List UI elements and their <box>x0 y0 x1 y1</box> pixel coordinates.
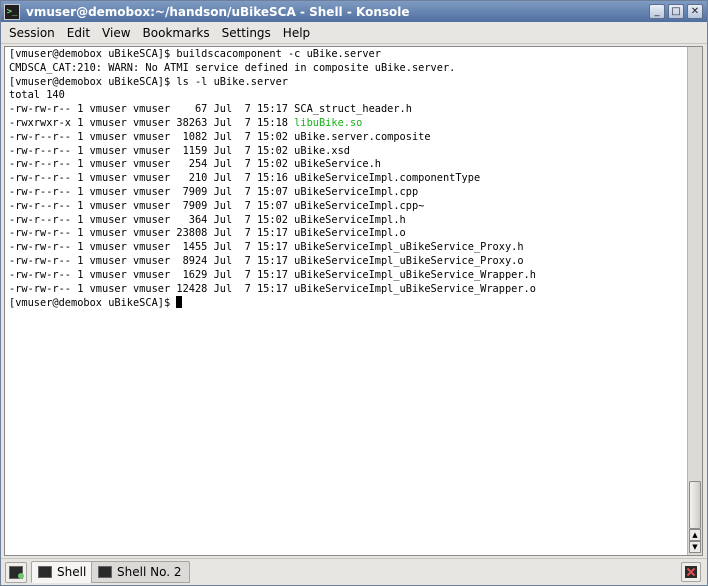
file-name: libuBike.so <box>294 116 363 129</box>
terminal-line-text: [vmuser@demobox uBikeSCA]$ ls -l uBike.s… <box>9 75 288 88</box>
file-name: uBikeServiceImpl.o <box>294 227 406 240</box>
scroll-down-arrow-icon[interactable]: ▼ <box>689 541 701 553</box>
tab-shell[interactable]: Shell <box>31 561 96 583</box>
terminal-line: -rw-r--r-- 1 vmuser vmuser 364 Jul 7 15:… <box>9 214 687 228</box>
terminal-line-text: -rw-r--r-- 1 vmuser vmuser 7909 Jul 7 15… <box>9 185 295 198</box>
terminal-line-text: -rw-r--r-- 1 vmuser vmuser 254 Jul 7 15:… <box>9 158 295 171</box>
konsole-app-icon[interactable]: >_ <box>4 3 20 20</box>
menu-bookmarks[interactable]: Bookmarks <box>137 26 216 40</box>
terminal-line: -rw-r--r-- 1 vmuser vmuser 7909 Jul 7 15… <box>9 200 687 214</box>
new-session-button[interactable] <box>5 562 27 583</box>
tab-bar: Shell Shell No. 2 <box>1 558 707 585</box>
tab-label: Shell <box>57 565 87 579</box>
terminal-line-text: -rw-rw-r-- 1 vmuser vmuser 23808 Jul 7 1… <box>9 227 295 240</box>
terminal-line-text: -rw-r--r-- 1 vmuser vmuser 210 Jul 7 15:… <box>9 172 295 185</box>
file-name: uBikeServiceImpl_uBikeService_Wrapper.h <box>294 268 536 281</box>
terminal-line: -rw-rw-r-- 1 vmuser vmuser 12428 Jul 7 1… <box>9 283 687 297</box>
file-name: uBikeServiceImpl_uBikeService_Proxy.h <box>294 241 524 254</box>
terminal-line-text: -rw-r--r-- 1 vmuser vmuser 1159 Jul 7 15… <box>9 144 295 157</box>
terminal-prompt: [vmuser@demobox uBikeSCA]$ <box>9 297 177 310</box>
terminal-line-text: -rw-rw-r-- 1 vmuser vmuser 67 Jul 7 15:1… <box>9 103 295 116</box>
terminal-line-text: -rwxrwxr-x 1 vmuser vmuser 38263 Jul 7 1… <box>9 116 295 129</box>
terminal-line-text: [vmuser@demobox uBikeSCA]$ buildscacompo… <box>9 48 381 60</box>
close-button[interactable]: ✕ <box>687 4 703 19</box>
terminal-line-text: -rw-r--r-- 1 vmuser vmuser 1082 Jul 7 15… <box>9 130 295 143</box>
file-name: uBikeServiceImpl_uBikeService_Proxy.o <box>294 254 524 267</box>
terminal-frame: [vmuser@demobox uBikeSCA]$ buildscacompo… <box>4 46 703 556</box>
terminal-line: -rw-r--r-- 1 vmuser vmuser 254 Jul 7 15:… <box>9 158 687 172</box>
vertical-scrollbar[interactable]: ▲ ▼ <box>687 47 702 555</box>
menu-help[interactable]: Help <box>277 26 316 40</box>
terminal-icon <box>38 566 52 578</box>
terminal-line: -rw-r--r-- 1 vmuser vmuser 210 Jul 7 15:… <box>9 172 687 186</box>
menu-view[interactable]: View <box>96 26 136 40</box>
terminal-line: -rw-rw-r-- 1 vmuser vmuser 67 Jul 7 15:1… <box>9 103 687 117</box>
file-name: uBikeServiceImpl_uBikeService_Wrapper.o <box>294 282 536 295</box>
terminal-line: -rwxrwxr-x 1 vmuser vmuser 38263 Jul 7 1… <box>9 117 687 131</box>
terminal-prompt-line: [vmuser@demobox uBikeSCA]$ <box>9 296 687 310</box>
file-name: uBikeServiceImpl.componentType <box>294 172 481 185</box>
close-session-button[interactable] <box>681 562 701 582</box>
terminal-line-text: -rw-rw-r-- 1 vmuser vmuser 1629 Jul 7 15… <box>9 268 295 281</box>
minimize-button[interactable]: _ <box>649 4 665 19</box>
menu-session[interactable]: Session <box>1 26 61 40</box>
file-name: uBikeService.h <box>294 158 381 171</box>
file-name: uBike.server.composite <box>294 130 431 143</box>
terminal-line: CMDSCA_CAT:210: WARN: No ATMI service de… <box>9 62 687 76</box>
menu-bar: Session Edit View Bookmarks Settings Hel… <box>1 22 707 44</box>
terminal-icon <box>98 566 112 578</box>
terminal-line: -rw-rw-r-- 1 vmuser vmuser 1455 Jul 7 15… <box>9 241 687 255</box>
new-session-icon <box>9 566 24 579</box>
terminal-line-text: -rw-rw-r-- 1 vmuser vmuser 8924 Jul 7 15… <box>9 254 295 267</box>
terminal-line-text: CMDSCA_CAT:210: WARN: No ATMI service de… <box>9 61 456 74</box>
window-title: vmuser@demobox:~/handson/uBikeSCA - Shel… <box>26 4 410 19</box>
file-name: uBikeServiceImpl.h <box>294 213 406 226</box>
close-session-icon <box>685 566 697 578</box>
terminal-line-text: -rw-r--r-- 1 vmuser vmuser 364 Jul 7 15:… <box>9 213 295 226</box>
terminal-line-text: -rw-rw-r-- 1 vmuser vmuser 12428 Jul 7 1… <box>9 282 295 295</box>
terminal-line: total 140 <box>9 89 687 103</box>
terminal-line: -rw-r--r-- 1 vmuser vmuser 7909 Jul 7 15… <box>9 186 687 200</box>
menu-edit[interactable]: Edit <box>61 26 96 40</box>
terminal-line: [vmuser@demobox uBikeSCA]$ buildscacompo… <box>9 48 687 62</box>
terminal-line: -rw-r--r-- 1 vmuser vmuser 1159 Jul 7 15… <box>9 145 687 159</box>
tab-label: Shell No. 2 <box>117 565 182 579</box>
file-name: SCA_struct_header.h <box>294 103 412 116</box>
terminal-output[interactable]: [vmuser@demobox uBikeSCA]$ buildscacompo… <box>5 47 687 555</box>
scroll-up-arrow-icon[interactable]: ▲ <box>689 529 701 541</box>
window-controls: _ □ ✕ <box>646 4 703 19</box>
konsole-window: >_ vmuser@demobox:~/handson/uBikeSCA - S… <box>0 0 708 586</box>
file-name: uBikeServiceImpl.cpp~ <box>294 199 425 212</box>
terminal-line: [vmuser@demobox uBikeSCA]$ ls -l uBike.s… <box>9 76 687 90</box>
title-bar[interactable]: >_ vmuser@demobox:~/handson/uBikeSCA - S… <box>1 1 707 22</box>
terminal-line: -rw-rw-r-- 1 vmuser vmuser 8924 Jul 7 15… <box>9 255 687 269</box>
terminal-line-text: -rw-rw-r-- 1 vmuser vmuser 1455 Jul 7 15… <box>9 241 295 254</box>
maximize-button[interactable]: □ <box>668 4 684 19</box>
scrollbar-thumb[interactable] <box>689 481 701 529</box>
tab-shell-no-2[interactable]: Shell No. 2 <box>91 561 191 583</box>
terminal-line: -rw-r--r-- 1 vmuser vmuser 1082 Jul 7 15… <box>9 131 687 145</box>
terminal-line-text: -rw-r--r-- 1 vmuser vmuser 7909 Jul 7 15… <box>9 199 295 212</box>
file-name: uBike.xsd <box>294 144 350 157</box>
file-name: uBikeServiceImpl.cpp <box>294 185 419 198</box>
terminal-line: -rw-rw-r-- 1 vmuser vmuser 1629 Jul 7 15… <box>9 269 687 283</box>
terminal-line-text: total 140 <box>9 89 65 102</box>
terminal-line: -rw-rw-r-- 1 vmuser vmuser 23808 Jul 7 1… <box>9 227 687 241</box>
text-cursor <box>176 296 183 309</box>
menu-settings[interactable]: Settings <box>216 26 277 40</box>
